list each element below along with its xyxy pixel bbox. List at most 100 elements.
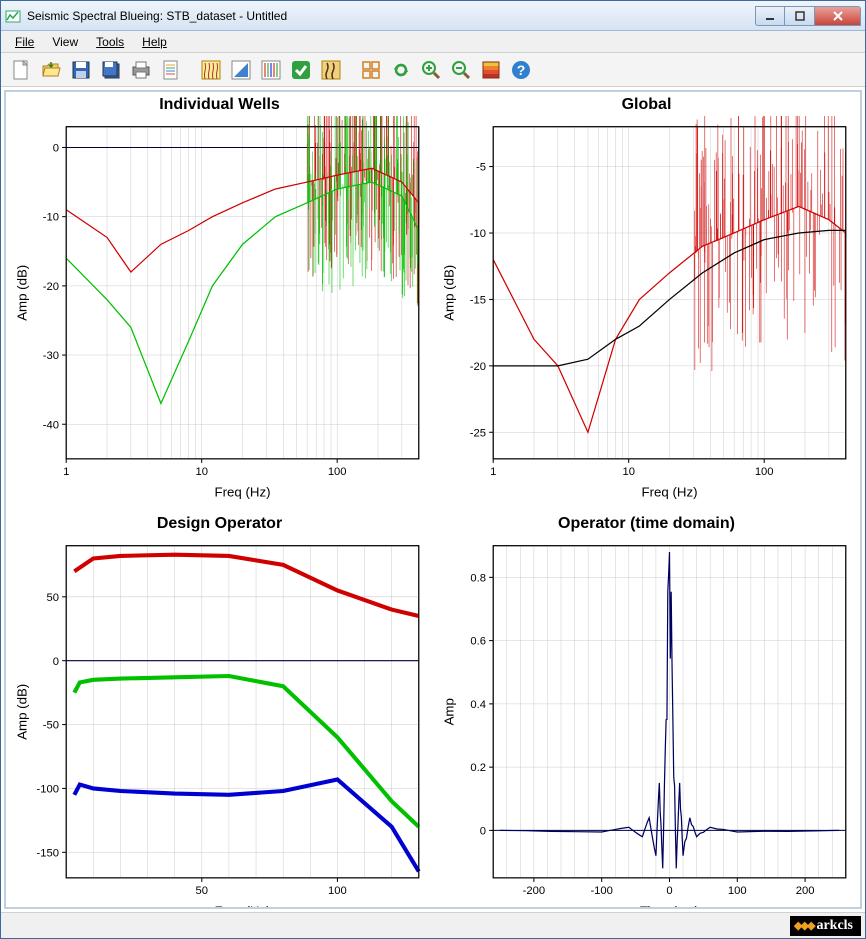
svg-text:Amp: Amp: [441, 698, 456, 725]
svg-text:-10: -10: [470, 228, 486, 240]
chart-global: Global -25 -20 -15 -10 -5 1 10 100 Freq (Hz) Amp …: [437, 96, 856, 507]
svg-text:-200: -200: [523, 886, 546, 898]
seismic2-icon: [320, 59, 342, 81]
zoom-out-icon: [450, 59, 472, 81]
chart-design-operator: Design Operator -150 -100 -50 0 50 50 100 Freq …: [10, 515, 429, 909]
zoom-in-icon: [420, 59, 442, 81]
zoomin-button[interactable]: [417, 56, 445, 84]
new-file-icon: [10, 59, 32, 81]
saveall-button[interactable]: [97, 56, 125, 84]
svg-text:100: 100: [755, 466, 774, 478]
refresh-button[interactable]: [387, 56, 415, 84]
chart-title: Operator (time domain): [437, 515, 856, 533]
svg-text:1: 1: [490, 466, 496, 478]
svg-text:100: 100: [728, 886, 747, 898]
svg-text:-50: -50: [43, 720, 59, 732]
chart-title: Design Operator: [10, 515, 429, 533]
refresh-icon: [390, 59, 412, 81]
chart-canvas[interactable]: -25 -20 -15 -10 -5 1 10 100 Freq (Hz) Amp (dB): [437, 116, 856, 505]
svg-text:Amp (dB): Amp (dB): [14, 265, 29, 321]
chart-title: Individual Wells: [10, 96, 429, 114]
save-button[interactable]: [67, 56, 95, 84]
statusbar: ◆◆◆ arkcls: [1, 912, 865, 938]
window-title: Seismic Spectral Blueing: STB_dataset - …: [27, 9, 755, 23]
svg-text:50: 50: [47, 592, 59, 604]
colors-button[interactable]: [477, 56, 505, 84]
page-setup-button[interactable]: [157, 56, 185, 84]
app-icon: [5, 8, 21, 24]
panel4-button[interactable]: [287, 56, 315, 84]
menu-view[interactable]: View: [44, 33, 86, 51]
svg-text:0: 0: [666, 886, 672, 898]
menu-file[interactable]: File: [7, 33, 42, 51]
svg-text:0.6: 0.6: [470, 636, 486, 648]
logo-diamonds-icon: ◆◆◆: [794, 919, 813, 932]
svg-text:Time (ms): Time (ms): [640, 904, 699, 909]
new-button[interactable]: [7, 56, 35, 84]
svg-text:-100: -100: [37, 784, 60, 796]
svg-text:0: 0: [480, 826, 486, 838]
chart-individual-wells: Individual Wells -40 -30 -20 -10 0 1 10 100 Freq…: [10, 96, 429, 507]
app-window: Seismic Spectral Blueing: STB_dataset - …: [0, 0, 866, 939]
chart-canvas[interactable]: -40 -30 -20 -10 0 1 10 100 Freq (Hz) Amp (dB): [10, 116, 429, 505]
svg-text:-20: -20: [43, 281, 59, 293]
client-area: Individual Wells -40-30-20-100110100Freq…: [4, 90, 862, 909]
panel2-button[interactable]: [227, 56, 255, 84]
menubar: File View Tools Help: [1, 31, 865, 53]
print-button[interactable]: [127, 56, 155, 84]
svg-text:?: ?: [517, 62, 526, 78]
chart-canvas[interactable]: -150-100-5005050100Freq (Hz)Amp (dB): [10, 535, 429, 909]
svg-text:-100: -100: [590, 886, 613, 898]
minimize-button[interactable]: [755, 6, 785, 26]
chart-title: Global: [437, 96, 856, 114]
chart-canvas[interactable]: 00.20.40.60.8-200-1000100200Time (ms)Amp: [437, 535, 856, 909]
svg-text:-150: -150: [37, 848, 60, 860]
svg-text:-15: -15: [470, 295, 486, 307]
svg-text:Amp (dB): Amp (dB): [441, 265, 456, 321]
svg-text:0: 0: [53, 656, 59, 668]
save-icon: [70, 59, 92, 81]
page-icon: [160, 59, 182, 81]
grid-icon: [360, 59, 382, 81]
triangle-icon: [230, 59, 252, 81]
svg-text:-40: -40: [43, 419, 59, 431]
seismic-icon: [200, 59, 222, 81]
svg-text:100: 100: [328, 466, 347, 478]
menu-help[interactable]: Help: [134, 33, 175, 51]
bars-icon: [260, 59, 282, 81]
brand-logo: ◆◆◆ arkcls: [790, 916, 861, 936]
print-icon: [130, 59, 152, 81]
svg-text:50: 50: [196, 886, 209, 898]
panel5-button[interactable]: [317, 56, 345, 84]
open-button[interactable]: [37, 56, 65, 84]
save-all-icon: [100, 59, 122, 81]
panel1-button[interactable]: [197, 56, 225, 84]
chart-operator-time: Operator (time domain) 00.20.40.60.8-200…: [437, 515, 856, 909]
help-button[interactable]: ?: [507, 56, 535, 84]
menu-tools[interactable]: Tools: [88, 33, 132, 51]
toolbar: ?: [1, 53, 865, 87]
svg-text:Freq (Hz): Freq (Hz): [641, 485, 697, 500]
svg-text:-20: -20: [470, 361, 486, 373]
svg-text:-10: -10: [43, 212, 59, 224]
svg-text:0.2: 0.2: [470, 763, 486, 775]
svg-text:0.4: 0.4: [470, 699, 486, 711]
svg-text:100: 100: [328, 886, 347, 898]
check-icon: [290, 59, 312, 81]
maximize-button[interactable]: [785, 6, 815, 26]
svg-text:200: 200: [796, 886, 815, 898]
svg-text:-5: -5: [476, 162, 486, 174]
svg-text:1: 1: [63, 466, 69, 478]
close-button[interactable]: [815, 6, 861, 26]
svg-text:0: 0: [53, 143, 59, 155]
zoomout-button[interactable]: [447, 56, 475, 84]
svg-text:10: 10: [622, 466, 635, 478]
panel3-button[interactable]: [257, 56, 285, 84]
grid-button[interactable]: [357, 56, 385, 84]
svg-text:10: 10: [195, 466, 208, 478]
svg-text:-30: -30: [43, 350, 59, 362]
svg-text:-25: -25: [470, 427, 486, 439]
svg-text:Freq (Hz): Freq (Hz): [214, 485, 270, 500]
color-stack-icon: [480, 59, 502, 81]
svg-text:Freq (Hz): Freq (Hz): [214, 904, 270, 909]
